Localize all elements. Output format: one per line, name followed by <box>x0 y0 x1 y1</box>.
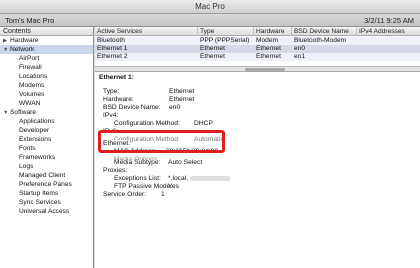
sidebar-item-frameworks[interactable]: Frameworks <box>0 153 93 162</box>
active-services-table[interactable]: Active Services Type Hardware BSD Device… <box>95 27 420 66</box>
table-row[interactable]: Bluetooth PPP (PPPSerial) Modem Bluetooth-M… <box>95 37 420 45</box>
sidebar-item-managed-client[interactable]: Managed Client <box>0 171 93 180</box>
proxies-label: Proxies: <box>103 167 128 174</box>
sidebar-item-label: Universal Access <box>19 208 70 215</box>
column-active-services[interactable]: Active Services <box>95 27 198 36</box>
table-cell: Modem <box>256 37 278 44</box>
sidebar-item-fonts[interactable]: Fonts <box>0 144 93 153</box>
table-row[interactable]: Ethernet 1 Ethernet Ethernet en0 <box>95 45 420 53</box>
sidebar-item-label: Software <box>10 109 37 116</box>
column-bsd-device-name[interactable]: BSD Device Name <box>292 27 357 36</box>
machine-name: Tom's Mac Pro <box>5 16 55 25</box>
sidebar-header: Contents <box>0 27 93 36</box>
sidebar-item-label: Developer <box>19 127 50 134</box>
column-hardware[interactable]: Hardware <box>254 27 292 36</box>
mac-address-highlight-box <box>98 130 225 153</box>
table-cell: Bluetooth-Modem <box>294 37 347 44</box>
sidebar-item-universal-access[interactable]: Universal Access <box>0 207 93 216</box>
sidebar-item-label: WWAN <box>19 100 41 107</box>
table-cell: Ethernet <box>256 45 281 52</box>
bsd-device-row: BSD Device Name: en0 <box>103 104 181 111</box>
sidebar-item-label: Startup Items <box>19 190 59 197</box>
sidebar-item-label: Volumes <box>19 91 45 98</box>
sidebar-item-wwan[interactable]: WWAN <box>0 99 93 108</box>
table-cell: Ethernet 1 <box>97 45 128 52</box>
sidebar-item-applications[interactable]: Applications <box>0 117 93 126</box>
sidebar-item-label: Applications <box>19 118 55 125</box>
date-time: 3/2/11 9:25 AM <box>364 16 414 25</box>
sidebar-item-label: Preference Panes <box>19 181 72 188</box>
sidebar-item-network[interactable]: ▼ Network <box>0 45 93 54</box>
sidebar-item-label: Sync Services <box>19 199 61 206</box>
sidebar-item-locations[interactable]: Locations <box>0 72 93 81</box>
table-cell: en0 <box>294 45 306 52</box>
table-cell: PPP (PPPSerial) <box>200 37 250 44</box>
sidebar-item-label: Hardware <box>10 37 39 44</box>
ipv4-label: IPv4: <box>103 112 119 119</box>
sidebar-item-label: Frameworks <box>19 154 56 161</box>
detail-heading: Ethernet 1: <box>99 74 134 81</box>
redacted-value <box>189 175 230 181</box>
sidebar-item-startup-items[interactable]: Startup Items <box>0 189 93 198</box>
window-title: Mac Pro <box>0 0 420 14</box>
sidebar-item-developer[interactable]: Developer <box>0 126 93 135</box>
type-row: Type: Ethernet <box>103 88 195 95</box>
sidebar-item-modems[interactable]: Modems <box>0 81 93 90</box>
sidebar-item-label: Locations <box>19 73 48 80</box>
sidebar-item-extensions[interactable]: Extensions <box>0 135 93 144</box>
media-subtype-row: Media Subtype: Auto Select <box>114 159 203 166</box>
sidebar-item-software[interactable]: ▼ Software <box>0 108 93 117</box>
sidebar-item-volumes[interactable]: Volumes <box>0 90 93 99</box>
sidebar-item-label: AirPort <box>19 55 40 62</box>
sidebar-item-label: Extensions <box>19 136 52 143</box>
contents-sidebar[interactable]: Contents ▶ Hardware ▼ Network AirPort Firewal… <box>0 27 94 268</box>
table-cell: Ethernet 2 <box>97 53 128 60</box>
sidebar-item-sync-services[interactable]: Sync Services <box>0 198 93 207</box>
table-cell: en1 <box>294 53 306 60</box>
sidebar-item-preference-panes[interactable]: Preference Panes <box>0 180 93 189</box>
toolbar: Tom's Mac Pro 3/2/11 9:25 AM <box>0 14 420 27</box>
hardware-row: Hardware: Ethernet <box>103 96 195 103</box>
sidebar-item-logs[interactable]: Logs <box>0 162 93 171</box>
table-cell: Bluetooth <box>97 37 125 44</box>
sidebar-item-label: Logs <box>19 163 34 170</box>
sidebar-item-label: Fonts <box>19 145 36 152</box>
sidebar-item-label: Firewall <box>19 64 42 71</box>
exceptions-row: Exceptions List: *.local, <box>114 175 230 183</box>
sidebar-item-label: Modems <box>19 82 45 89</box>
column-type[interactable]: Type <box>198 27 254 36</box>
system-profiler-window: Mac Pro Tom's Mac Pro 3/2/11 9:25 AM Con… <box>0 0 420 268</box>
table-row[interactable]: Ethernet 2 Ethernet Ethernet en1 <box>95 53 420 61</box>
table-header: Active Services Type Hardware BSD Device… <box>95 27 420 36</box>
column-ipv4-addresses[interactable]: IPv4 Addresses <box>357 27 420 36</box>
detail-pane: Ethernet 1: Type: Ethernet Hardware: Ether… <box>95 71 420 268</box>
table-cell: Ethernet <box>200 53 225 60</box>
service-order-row: Service Order: 1 <box>103 191 165 198</box>
ipv4-config-row: Configuration Method: DHCP <box>114 120 213 127</box>
ftp-passive-row: FTP Passive Mode:Yes <box>114 183 179 190</box>
table-cell: Ethernet <box>200 45 225 52</box>
sidebar-item-label: Managed Client <box>19 172 66 179</box>
table-cell: Ethernet <box>256 53 281 60</box>
sidebar-item-airport[interactable]: AirPort <box>0 54 93 63</box>
sidebar-item-label: Network <box>10 46 35 53</box>
sidebar-item-firewall[interactable]: Firewall <box>0 63 93 72</box>
sidebar-item-hardware[interactable]: ▶ Hardware <box>0 36 93 45</box>
